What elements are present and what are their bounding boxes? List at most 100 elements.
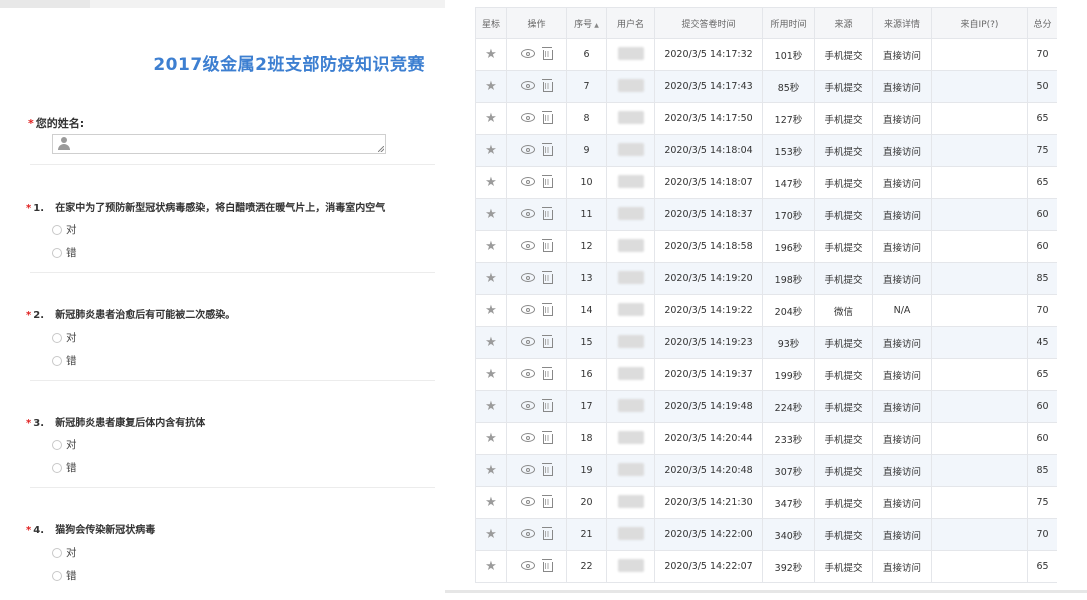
blurred-username	[617, 558, 644, 572]
header-username[interactable]: 用户名	[606, 7, 655, 39]
trash-icon[interactable]	[541, 174, 553, 188]
star-icon[interactable]: ★	[485, 399, 497, 414]
eye-icon[interactable]	[520, 81, 535, 91]
radio-button[interactable]	[52, 332, 62, 343]
trash-icon[interactable]	[541, 334, 553, 348]
trash-icon[interactable]	[541, 302, 553, 316]
table-scrollbar-track[interactable]	[445, 590, 1087, 593]
star-icon[interactable]: ★	[485, 239, 497, 254]
trash-icon[interactable]	[541, 526, 553, 540]
header-seq[interactable]: 序号 ▲	[566, 7, 607, 39]
star-icon[interactable]: ★	[485, 463, 497, 478]
star-icon[interactable]: ★	[485, 335, 497, 350]
name-input[interactable]	[52, 134, 386, 154]
header-source-detail[interactable]: 来源详情	[872, 7, 932, 39]
header-score[interactable]: 总分	[1027, 7, 1057, 39]
trash-icon[interactable]	[541, 494, 553, 508]
eye-icon[interactable]	[520, 401, 535, 411]
radio-button[interactable]	[52, 462, 62, 473]
star-icon[interactable]: ★	[485, 431, 497, 446]
eye-icon[interactable]	[520, 145, 535, 155]
ip-cell	[931, 486, 1028, 519]
star-icon[interactable]: ★	[485, 367, 497, 382]
star-icon[interactable]: ★	[485, 559, 497, 574]
trash-icon[interactable]	[541, 366, 553, 380]
trash-icon[interactable]	[541, 558, 553, 572]
trash-icon[interactable]	[541, 110, 553, 124]
header-duration[interactable]: 所用时间	[762, 7, 815, 39]
eye-icon[interactable]	[520, 305, 535, 315]
source-cell: 手机提交	[814, 102, 873, 135]
star-icon[interactable]: ★	[485, 143, 497, 158]
seq-cell: 19	[566, 454, 607, 487]
q1-option-true[interactable]: 对	[52, 222, 77, 237]
header-star[interactable]: 星标	[475, 7, 507, 39]
eye-icon[interactable]	[520, 465, 535, 475]
source-detail-cell: 直接访问	[872, 262, 932, 295]
q3-option-false[interactable]: 错	[52, 460, 77, 475]
required-mark: *	[26, 418, 32, 429]
trash-icon[interactable]	[541, 238, 553, 252]
sort-asc-icon[interactable]: ▲	[594, 22, 599, 29]
trash-icon[interactable]	[541, 78, 553, 92]
question-2: * 2. 新冠肺炎患者治愈后有可能被二次感染。	[26, 306, 235, 321]
radio-button[interactable]	[52, 224, 62, 235]
trash-icon[interactable]	[541, 270, 553, 284]
trash-icon[interactable]	[541, 462, 553, 476]
radio-button[interactable]	[52, 570, 62, 581]
star-icon[interactable]: ★	[485, 303, 497, 318]
header-ip[interactable]: 来自IP(?)	[931, 7, 1028, 39]
actions-cell	[506, 38, 567, 71]
radio-button[interactable]	[52, 247, 62, 258]
q2-option-true[interactable]: 对	[52, 330, 77, 345]
table-row: ★ 6 2020/3/5 14:17:32 101秒 手机提交 直接访问 70	[475, 38, 1057, 71]
radio-button[interactable]	[52, 355, 62, 366]
header-submit-time[interactable]: 提交答卷时间	[654, 7, 763, 39]
q3-option-true[interactable]: 对	[52, 437, 77, 452]
eye-icon[interactable]	[520, 337, 535, 347]
trash-icon[interactable]	[541, 142, 553, 156]
eye-icon[interactable]	[520, 273, 535, 283]
trash-icon[interactable]	[541, 206, 553, 220]
eye-icon[interactable]	[520, 561, 535, 571]
eye-icon[interactable]	[520, 177, 535, 187]
table-row: ★ 17 2020/3/5 14:19:48 224秒 手机提交 直接访问 60	[475, 390, 1057, 423]
radio-button[interactable]	[52, 439, 62, 450]
source-detail-cell: 直接访问	[872, 486, 932, 519]
star-icon[interactable]: ★	[485, 175, 497, 190]
q4-option-false[interactable]: 错	[52, 568, 77, 583]
eye-icon[interactable]	[520, 241, 535, 251]
eye-icon[interactable]	[520, 49, 535, 59]
star-icon[interactable]: ★	[485, 495, 497, 510]
survey-title: 2017级金属2班支部防疫知识竞赛	[153, 55, 425, 75]
q4-option-true[interactable]: 对	[52, 545, 77, 560]
star-icon[interactable]: ★	[485, 111, 497, 126]
eye-icon[interactable]	[520, 529, 535, 539]
actions-cell	[506, 230, 567, 263]
eye-icon[interactable]	[520, 433, 535, 443]
trash-icon[interactable]	[541, 398, 553, 412]
username-cell	[606, 230, 655, 263]
question-text: 在家中为了预防新型冠状病毒感染，将白醋喷洒在暖气片上，消毒室内空气	[55, 203, 386, 214]
trash-icon[interactable]	[541, 46, 553, 60]
seq-cell: 9	[566, 134, 607, 167]
trash-icon[interactable]	[541, 430, 553, 444]
eye-icon[interactable]	[520, 369, 535, 379]
star-icon[interactable]: ★	[485, 271, 497, 286]
star-icon[interactable]: ★	[485, 79, 497, 94]
radio-button[interactable]	[52, 547, 62, 558]
username-cell	[606, 198, 655, 231]
eye-icon[interactable]	[520, 113, 535, 123]
source-cell: 手机提交	[814, 198, 873, 231]
header-source[interactable]: 来源	[814, 7, 873, 39]
username-cell	[606, 134, 655, 167]
q1-option-false[interactable]: 错	[52, 245, 77, 260]
star-icon[interactable]: ★	[485, 527, 497, 542]
star-icon[interactable]: ★	[485, 207, 497, 222]
q2-option-false[interactable]: 错	[52, 353, 77, 368]
star-icon[interactable]: ★	[485, 47, 497, 62]
eye-icon[interactable]	[520, 209, 535, 219]
table-row: ★ 12 2020/3/5 14:18:58 196秒 手机提交 直接访问 60	[475, 230, 1057, 263]
eye-icon[interactable]	[520, 497, 535, 507]
resize-grip-icon[interactable]	[378, 146, 384, 152]
